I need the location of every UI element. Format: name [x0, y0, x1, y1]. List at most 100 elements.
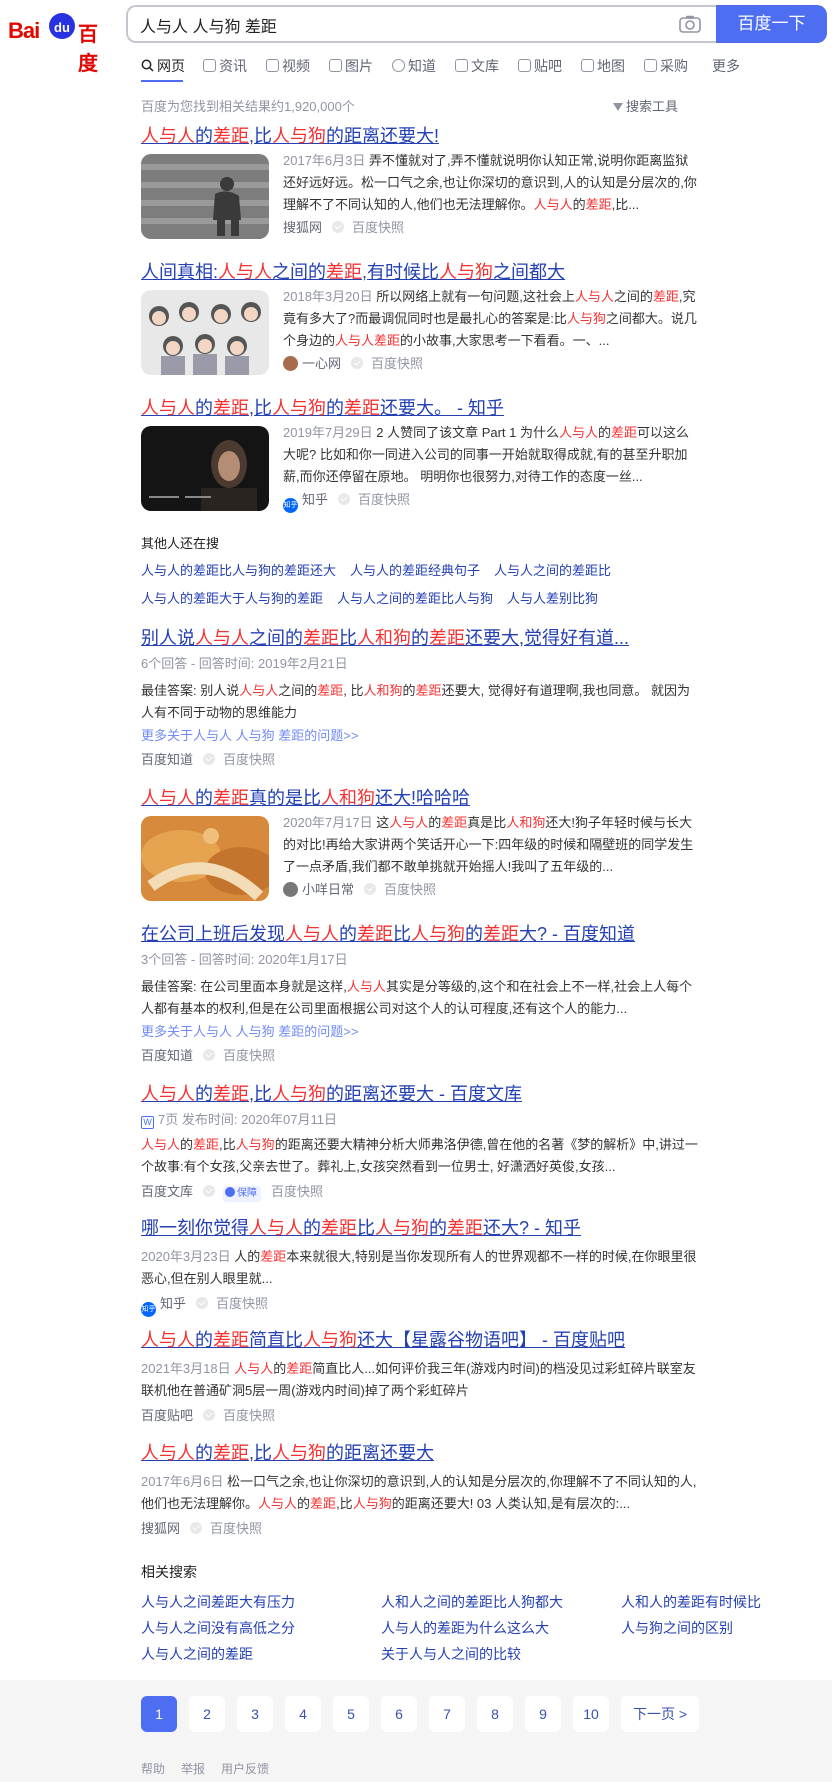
result-title[interactable]: 哪一刻你觉得人与人的差距比人与狗的差距还大? - 知乎: [141, 1216, 701, 1240]
help-link[interactable]: 帮助: [141, 1762, 165, 1776]
others-link[interactable]: 人与人的差距大于人与狗的差距: [141, 588, 323, 607]
filter-icon: [613, 103, 623, 111]
keyword-highlight: 人与狗: [439, 262, 494, 282]
snapshot-link[interactable]: 百度快照: [223, 1048, 275, 1063]
related-link[interactable]: 人与狗之间的区别: [621, 1618, 733, 1638]
result-source[interactable]: 百度知道: [141, 1048, 193, 1063]
next-page-button[interactable]: 下一页 >: [621, 1696, 699, 1732]
tab-images[interactable]: 图片: [329, 56, 373, 78]
more-questions-link[interactable]: 更多关于人与人 人与狗 差距的问题>>: [141, 1022, 701, 1042]
tab-zhidao[interactable]: 知道: [392, 56, 436, 78]
keyword-highlight: 人与人: [141, 1443, 195, 1463]
result-title[interactable]: 人与人的差距真的是比人和狗还大!哈哈哈: [141, 786, 701, 810]
result-title[interactable]: 人与人的差距,比人与狗的距离还要大: [141, 1441, 701, 1465]
result-title[interactable]: 人间真相:人与人之间的差距,有时候比人与狗之间都大: [141, 260, 701, 284]
tab-web[interactable]: 网页: [141, 56, 185, 78]
result-title[interactable]: 别人说人与人之间的差距比人和狗的差距还要大,觉得好有道...: [141, 626, 701, 650]
snapshot-link[interactable]: 百度快照: [371, 356, 423, 371]
result-item: 哪一刻你觉得人与人的差距比人与狗的差距还大? - 知乎 2020年3月23日 人…: [141, 1216, 701, 1317]
snapshot-link[interactable]: 百度快照: [223, 752, 275, 767]
result-thumbnail[interactable]: [141, 426, 269, 511]
result-source[interactable]: 搜狐网: [283, 220, 322, 235]
footer-background: [0, 1680, 832, 1782]
related-link[interactable]: 关于人与人之间的比较: [381, 1644, 521, 1664]
feedback-link[interactable]: 用户反馈: [221, 1762, 269, 1776]
related-link[interactable]: 人和人之间的差距比人狗都大: [381, 1592, 563, 1612]
related-link[interactable]: 人与人之间差距大有压力: [141, 1592, 295, 1612]
verified-icon: [203, 1049, 216, 1061]
page-1[interactable]: 1: [141, 1696, 177, 1732]
result-source[interactable]: 百度贴吧: [141, 1408, 193, 1423]
snapshot-link[interactable]: 百度快照: [223, 1408, 275, 1423]
keyword-highlight: 差距: [310, 1496, 337, 1511]
snapshot-link[interactable]: 百度快照: [210, 1521, 262, 1536]
tab-tieba[interactable]: 贴吧: [518, 56, 562, 78]
result-thumbnail[interactable]: [141, 290, 269, 375]
result-source[interactable]: 小咩日常: [302, 882, 354, 897]
result-source[interactable]: 知乎: [302, 492, 328, 507]
search-tools-button[interactable]: 搜索工具: [613, 96, 678, 115]
keyword-highlight: 差距: [213, 398, 249, 418]
snapshot-link[interactable]: 百度快照: [358, 492, 410, 507]
tab-video[interactable]: 视频: [266, 56, 310, 78]
page-3[interactable]: 3: [237, 1696, 273, 1732]
others-link[interactable]: 人与人的差距比人与狗的差距还大: [141, 560, 336, 579]
result-abstract: 人与人的差距,比人与狗的距离还要大精神分析大师弗洛伊德,曾在他的名著《梦的解析》…: [141, 1137, 698, 1174]
related-link[interactable]: 人与人之间没有高低之分: [141, 1618, 295, 1638]
result-meta: 7页 发布时间: 2020年07月11日: [158, 1112, 337, 1127]
snapshot-link[interactable]: 百度快照: [271, 1184, 323, 1199]
keyword-highlight: 人与人: [141, 1084, 195, 1104]
snapshot-link[interactable]: 百度快照: [384, 882, 436, 897]
purchase-icon: [644, 59, 657, 72]
page-8[interactable]: 8: [477, 1696, 513, 1732]
keyword-highlight: 人与狗: [235, 1137, 275, 1152]
tab-map[interactable]: 地图: [581, 56, 625, 78]
keyword-highlight: 人与人: [533, 197, 573, 212]
result-thumbnail[interactable]: [141, 154, 269, 239]
page-5[interactable]: 5: [333, 1696, 369, 1732]
others-link[interactable]: 人与人的差距经典句子: [350, 560, 480, 579]
result-title[interactable]: 人与人的差距,比人与狗的距离还要大!: [141, 124, 701, 148]
others-link[interactable]: 人与人差别比狗: [507, 588, 598, 607]
logo-text-ba: Bai: [8, 18, 40, 43]
search-tabs: 网页 资讯 视频 图片 知道 文库 贴吧 地图 采购 更多: [141, 56, 831, 80]
result-source[interactable]: 知乎: [160, 1296, 186, 1311]
tab-purchase[interactable]: 采购: [644, 56, 688, 78]
page-4[interactable]: 4: [285, 1696, 321, 1732]
result-title[interactable]: 人与人的差距简直比人与狗还大【星露谷物语吧】 - 百度贴吧: [141, 1328, 701, 1352]
related-searches: 相关搜索 人与人之间差距大有压力 人和人之间的差距比人狗都大 人和人的差距有时候…: [141, 1562, 821, 1682]
related-link[interactable]: 人与人的差距为什么这么大: [381, 1618, 549, 1638]
snapshot-link[interactable]: 百度快照: [352, 220, 404, 235]
result-source[interactable]: 一心网: [302, 356, 341, 371]
tab-wenku[interactable]: 文库: [455, 56, 499, 78]
result-thumbnail[interactable]: [141, 816, 269, 901]
verified-icon: [203, 753, 216, 765]
search-button[interactable]: 百度一下: [716, 5, 827, 43]
page-2[interactable]: 2: [189, 1696, 225, 1732]
footer: 帮助 举报 用户反馈: [141, 1760, 285, 1777]
baidu-logo[interactable]: Bai du 百度: [8, 8, 110, 75]
page-6[interactable]: 6: [381, 1696, 417, 1732]
result-title[interactable]: 人与人的差距,比人与狗的距离还要大 - 百度文库: [141, 1082, 701, 1106]
related-link[interactable]: 人和人的差距有时候比: [621, 1592, 761, 1612]
tab-more[interactable]: 更多: [712, 56, 740, 78]
others-link[interactable]: 人与人之间的差距比人与狗: [337, 588, 493, 607]
result-source[interactable]: 百度文库: [141, 1184, 193, 1199]
page-10[interactable]: 10: [573, 1696, 609, 1732]
others-link[interactable]: 人与人之间的差距比: [494, 560, 611, 579]
tab-news[interactable]: 资讯: [203, 56, 247, 78]
report-link[interactable]: 举报: [181, 1762, 205, 1776]
page-9[interactable]: 9: [525, 1696, 561, 1732]
more-questions-link[interactable]: 更多关于人与人 人与狗 差距的问题>>: [141, 726, 701, 746]
search-input[interactable]: [140, 13, 660, 37]
snapshot-link[interactable]: 百度快照: [216, 1296, 268, 1311]
result-title[interactable]: 在公司上班后发现人与人的差距比人与狗的差距大? - 百度知道: [141, 922, 701, 946]
result-abstract: 2020年3月23日 人的差距本来就很大,特别是当你发现所有人的世界观都不一样的…: [141, 1249, 697, 1286]
page-7[interactable]: 7: [429, 1696, 465, 1732]
keyword-highlight: 人与人: [234, 1361, 274, 1376]
result-title[interactable]: 人与人的差距,比人与狗的差距还要大。 - 知乎: [141, 396, 701, 420]
related-link[interactable]: 人与人之间的差距: [141, 1644, 253, 1664]
result-source[interactable]: 百度知道: [141, 752, 193, 767]
result-source[interactable]: 搜狐网: [141, 1521, 180, 1536]
camera-icon[interactable]: [679, 15, 701, 33]
